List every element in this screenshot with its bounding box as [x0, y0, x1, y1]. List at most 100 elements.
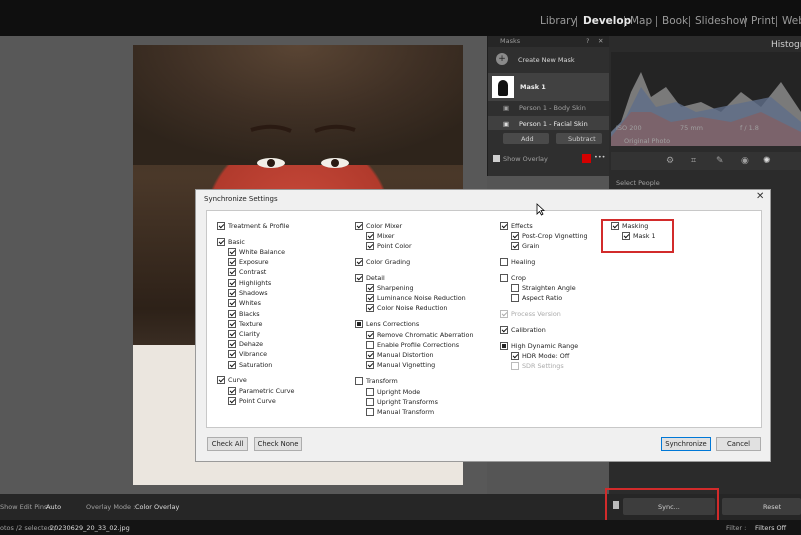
mask-row-selected[interactable]: Mask 1: [488, 73, 610, 101]
close-panel-icon[interactable]: ✕: [598, 37, 603, 45]
checkbox[interactable]: [228, 258, 236, 266]
checkbox[interactable]: [228, 289, 236, 297]
checkbox[interactable]: [500, 326, 508, 334]
checkbox[interactable]: [355, 258, 363, 266]
checkbox[interactable]: [511, 284, 519, 292]
module-book[interactable]: Book: [662, 15, 688, 27]
checkbox[interactable]: [228, 387, 236, 395]
crop-icon[interactable]: ⌗: [691, 156, 696, 166]
checkbox-label: Parametric Curve: [239, 387, 295, 395]
add-submask-button[interactable]: Add: [503, 133, 549, 144]
overlay-mode-select[interactable]: Color Overlay: [135, 503, 179, 511]
checkbox[interactable]: [228, 310, 236, 318]
edit-sliders-icon[interactable]: ⚙: [666, 156, 674, 166]
checkbox[interactable]: [217, 376, 225, 384]
checkbox-label: Manual Distortion: [377, 351, 434, 359]
checkbox[interactable]: [366, 331, 374, 339]
masking-highlight-box: [601, 219, 674, 253]
checkbox[interactable]: [228, 320, 236, 328]
submask-facial-skin: Person 1 - Facial Skin: [519, 120, 588, 128]
module-web[interactable]: Web: [782, 15, 801, 27]
checkbox[interactable]: [366, 284, 374, 292]
subtract-submask-button[interactable]: Subtract: [556, 133, 602, 144]
healing-icon[interactable]: ✎: [716, 156, 724, 166]
checkbox[interactable]: [228, 299, 236, 307]
synchronize-button[interactable]: Synchronize: [661, 437, 711, 451]
checkbox[interactable]: [366, 408, 374, 416]
module-separator: [689, 16, 690, 27]
filter-select[interactable]: Filters Off: [755, 524, 786, 532]
checkbox[interactable]: [511, 294, 519, 302]
checkbox[interactable]: [500, 342, 508, 350]
checkbox[interactable]: [500, 258, 508, 266]
checkbox[interactable]: [228, 350, 236, 358]
submask-row-selected[interactable]: ▣ Person 1 - Facial Skin: [488, 116, 610, 130]
checkbox-label: Process Version: [511, 310, 561, 318]
checkbox[interactable]: [355, 320, 363, 328]
checkbox[interactable]: [228, 340, 236, 348]
checkbox-label: Vibrance: [239, 350, 268, 358]
checkbox[interactable]: [511, 232, 519, 240]
redeye-icon[interactable]: ◉: [741, 156, 749, 166]
checkbox-label: Crop: [511, 274, 526, 282]
checkbox[interactable]: [217, 238, 225, 246]
checkbox[interactable]: [366, 398, 374, 406]
module-separator: [576, 16, 577, 27]
checkbox[interactable]: [366, 294, 374, 302]
checkbox[interactable]: [228, 397, 236, 405]
checkbox[interactable]: [511, 242, 519, 250]
checkbox-label: Highlights: [239, 279, 272, 287]
checkbox[interactable]: [366, 341, 374, 349]
masks-panel: Masks ? ✕ + Create New Mask Mask 1 ▣ Per…: [487, 36, 610, 176]
checkbox-label: Detail: [366, 274, 385, 282]
edit-pins-select[interactable]: Auto: [46, 503, 61, 511]
checkbox[interactable]: [366, 388, 374, 396]
masking-icon[interactable]: ✺: [763, 156, 771, 166]
checkbox[interactable]: [511, 362, 519, 370]
module-print[interactable]: Print: [751, 15, 775, 27]
checkbox[interactable]: [217, 222, 225, 230]
module-library[interactable]: Library: [540, 15, 577, 27]
checkbox[interactable]: [355, 222, 363, 230]
checkbox[interactable]: [366, 232, 374, 240]
overlay-color-swatch[interactable]: [582, 154, 591, 163]
help-icon[interactable]: ?: [586, 37, 589, 45]
checkbox[interactable]: [366, 351, 374, 359]
module-slideshow[interactable]: Slideshow: [695, 15, 748, 27]
checkbox[interactable]: [228, 268, 236, 276]
checkbox[interactable]: [366, 304, 374, 312]
checkbox-label: Shadows: [239, 289, 268, 297]
checkbox[interactable]: [355, 274, 363, 282]
checkbox-label: Treatment & Profile: [228, 222, 290, 230]
checkbox[interactable]: [366, 361, 374, 369]
checkbox-label: Color Grading: [366, 258, 411, 266]
show-overlay-checkbox[interactable]: [493, 155, 500, 162]
cancel-button[interactable]: Cancel: [716, 437, 761, 451]
checkbox[interactable]: [500, 274, 508, 282]
masks-panel-title: Masks: [500, 37, 521, 45]
add-mask-icon[interactable]: +: [496, 53, 508, 65]
person-icon: ▣: [503, 120, 510, 128]
checkbox[interactable]: [500, 310, 508, 318]
submask-body-skin[interactable]: Person 1 - Body Skin: [519, 104, 586, 112]
checkbox[interactable]: [228, 279, 236, 287]
mask-name: Mask 1: [520, 83, 546, 91]
checkbox[interactable]: [366, 242, 374, 250]
more-options-icon[interactable]: •••: [594, 153, 606, 161]
check-all-button[interactable]: Check All: [207, 437, 248, 451]
checkbox[interactable]: [511, 352, 519, 360]
checkbox[interactable]: [500, 222, 508, 230]
checkbox[interactable]: [355, 377, 363, 385]
check-none-button[interactable]: Check None: [254, 437, 302, 451]
create-new-mask-button[interactable]: Create New Mask: [518, 56, 575, 64]
mouse-cursor-icon: [536, 203, 545, 216]
checkbox[interactable]: [228, 361, 236, 369]
checkbox[interactable]: [228, 248, 236, 256]
show-overlay-label: Show Overlay: [503, 155, 548, 163]
module-map[interactable]: Map: [630, 15, 652, 27]
checkbox[interactable]: [228, 330, 236, 338]
close-icon[interactable]: ✕: [756, 191, 764, 202]
filename[interactable]: 20230629_20_33_02.jpg: [50, 524, 130, 532]
checkbox-label: Mixer: [377, 232, 395, 240]
reset-button[interactable]: Reset: [722, 498, 801, 515]
